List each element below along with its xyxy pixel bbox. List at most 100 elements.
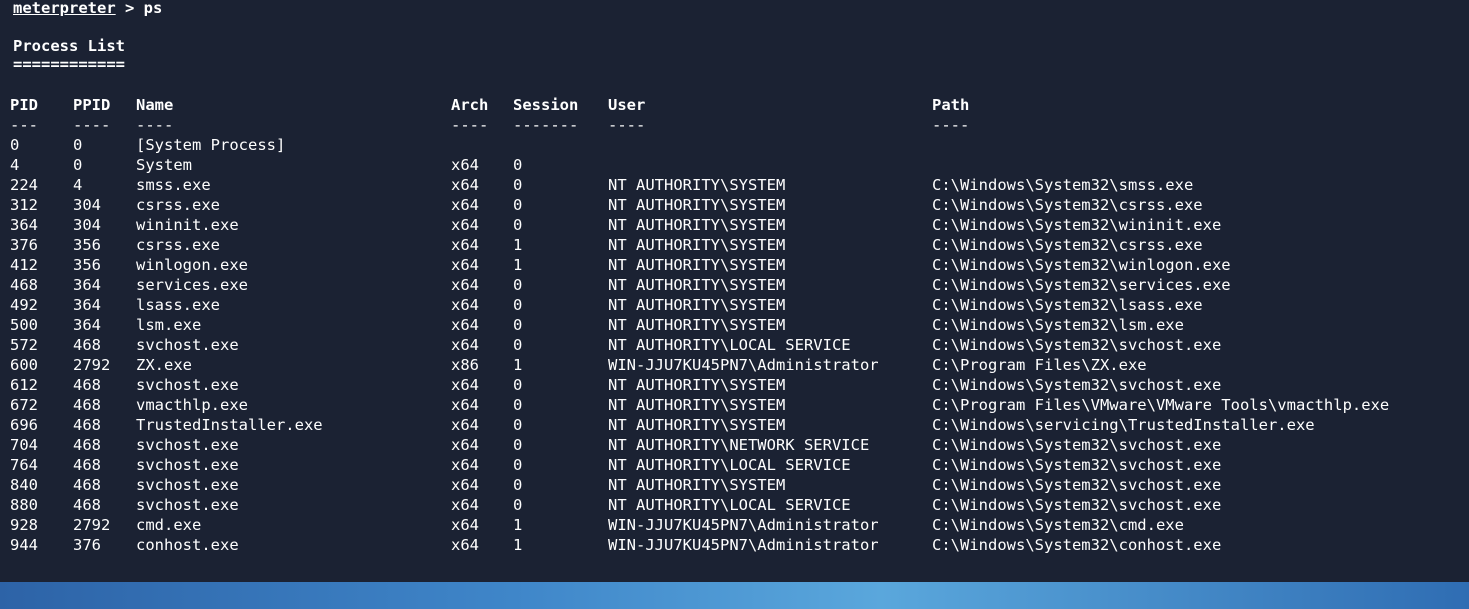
cell-arch: x64 [451,276,479,294]
terminal-window[interactable]: meterpreter > ps Process List ==========… [0,0,1469,582]
table-row: 880 468 svchost.exe x64 0 NT AUTHORITY\LOCAL … [0,495,1469,515]
cell-pid: 704 [10,436,38,454]
separator-session: ------- [513,116,579,134]
cell-arch: x86 [451,356,479,374]
cell-session: 1 [513,356,523,374]
table-row: 944 376 conhost.exe x64 1 WIN-JJU7KU45PN7\Adm… [0,535,1469,555]
cell-user: NT AUTHORITY\SYSTEM [608,176,786,194]
cell-ppid: 376 [73,536,101,554]
cell-pid: 764 [10,456,38,474]
cell-session: 0 [513,216,523,234]
cell-pid: 376 [10,236,38,254]
cell-name: csrss.exe [136,196,220,214]
cell-session: 0 [513,316,523,334]
cell-session: 1 [513,516,523,534]
cell-arch: x64 [451,536,479,554]
cell-name: svchost.exe [136,456,239,474]
cell-arch: x64 [451,176,479,194]
cell-ppid: 356 [73,256,101,274]
cell-ppid: 468 [73,456,101,474]
separator-arch: ---- [451,116,489,134]
table-row: 376 356 csrss.exe x64 1 NT AUTHORITY\SYSTEM C:… [0,235,1469,255]
cell-ppid: 2792 [73,356,111,374]
cell-path: C:\Windows\System32\lsass.exe [932,296,1203,314]
header-name: Name [136,96,174,114]
cell-ppid: 468 [73,416,101,434]
header-session: Session [513,96,579,114]
cell-pid: 4 [10,156,20,174]
cell-path: C:\Windows\System32\winlogon.exe [932,256,1231,274]
cell-pid: 312 [10,196,38,214]
cell-arch: x64 [451,316,479,334]
table-row: 0 0 [System Process] [0,135,1469,155]
cell-arch: x64 [451,216,479,234]
table-row: 468 364 services.exe x64 0 NT AUTHORITY\SYSTE… [0,275,1469,295]
cell-name: svchost.exe [136,496,239,514]
prompt-word: meterpreter [13,0,116,17]
cell-path: C:\Program Files\ZX.exe [932,356,1147,374]
cell-name: svchost.exe [136,436,239,454]
cell-name: conhost.exe [136,536,239,554]
cell-ppid: 468 [73,376,101,394]
cell-pid: 224 [10,176,38,194]
cell-path: C:\Windows\System32\lsm.exe [932,316,1184,334]
cell-path: C:\Windows\System32\csrss.exe [932,236,1203,254]
separator-ppid: ---- [73,116,111,134]
cell-pid: 840 [10,476,38,494]
cell-name: services.exe [136,276,248,294]
table-row: 704 468 svchost.exe x64 0 NT AUTHORITY\NETWOR… [0,435,1469,455]
cell-arch: x64 [451,436,479,454]
cell-ppid: 364 [73,276,101,294]
cell-name: System [136,156,192,174]
cell-ppid: 304 [73,216,101,234]
cell-pid: 364 [10,216,38,234]
cell-ppid: 364 [73,316,101,334]
cell-user: WIN-JJU7KU45PN7\Administrator [608,516,879,534]
table-row: 840 468 svchost.exe x64 0 NT AUTHORITY\SYSTEM… [0,475,1469,495]
table-row: 500 364 lsm.exe x64 0 NT AUTHORITY\SYSTEM C:\W… [0,315,1469,335]
table-header: PID PPID Name Arch Session User Path [0,95,1469,115]
cell-name: vmacthlp.exe [136,396,248,414]
cell-name: svchost.exe [136,336,239,354]
cell-ppid: 356 [73,236,101,254]
cell-path: C:\Windows\System32\conhost.exe [932,536,1222,554]
cell-pid: 492 [10,296,38,314]
cell-user: NT AUTHORITY\SYSTEM [608,416,786,434]
cell-pid: 672 [10,396,38,414]
cell-ppid: 468 [73,436,101,454]
cell-user: NT AUTHORITY\SYSTEM [608,196,786,214]
header-ppid: PPID [73,96,111,114]
cell-ppid: 468 [73,476,101,494]
cell-pid: 944 [10,536,38,554]
cell-arch: x64 [451,336,479,354]
taskbar[interactable] [0,582,1469,609]
cell-arch: x64 [451,196,479,214]
separator-pid: --- [10,116,38,134]
cell-user: NT AUTHORITY\LOCAL SERVICE [608,336,851,354]
cell-session: 0 [513,336,523,354]
cell-ppid: 468 [73,496,101,514]
cell-ppid: 0 [73,136,83,154]
prompt-line: meterpreter > ps [13,0,162,18]
cell-session: 0 [513,416,523,434]
cell-path: C:\Program Files\VMware\VMware Tools\vma… [932,396,1390,414]
cell-session: 0 [513,476,523,494]
cell-user: WIN-JJU7KU45PN7\Administrator [608,356,879,374]
cell-user: NT AUTHORITY\SYSTEM [608,216,786,234]
cell-path: C:\Windows\System32\svchost.exe [932,456,1222,474]
cell-name: svchost.exe [136,476,239,494]
cell-user: NT AUTHORITY\SYSTEM [608,296,786,314]
cell-arch: x64 [451,256,479,274]
table-row: 600 2792 ZX.exe x86 1 WIN-JJU7KU45PN7\Adminis… [0,355,1469,375]
table-row: 928 2792 cmd.exe x64 1 WIN-JJU7KU45PN7\Admini… [0,515,1469,535]
header-pid: PID [10,96,38,114]
cell-ppid: 2792 [73,516,111,534]
cell-user: NT AUTHORITY\SYSTEM [608,376,786,394]
cell-session: 0 [513,436,523,454]
header-user: User [608,96,646,114]
table-separator: --- ---- ---- ---- ------- ---- ---- [0,115,1469,135]
cell-pid: 0 [10,136,20,154]
cell-name: csrss.exe [136,236,220,254]
cell-path: C:\Windows\System32\cmd.exe [932,516,1184,534]
cell-name: lsass.exe [136,296,220,314]
